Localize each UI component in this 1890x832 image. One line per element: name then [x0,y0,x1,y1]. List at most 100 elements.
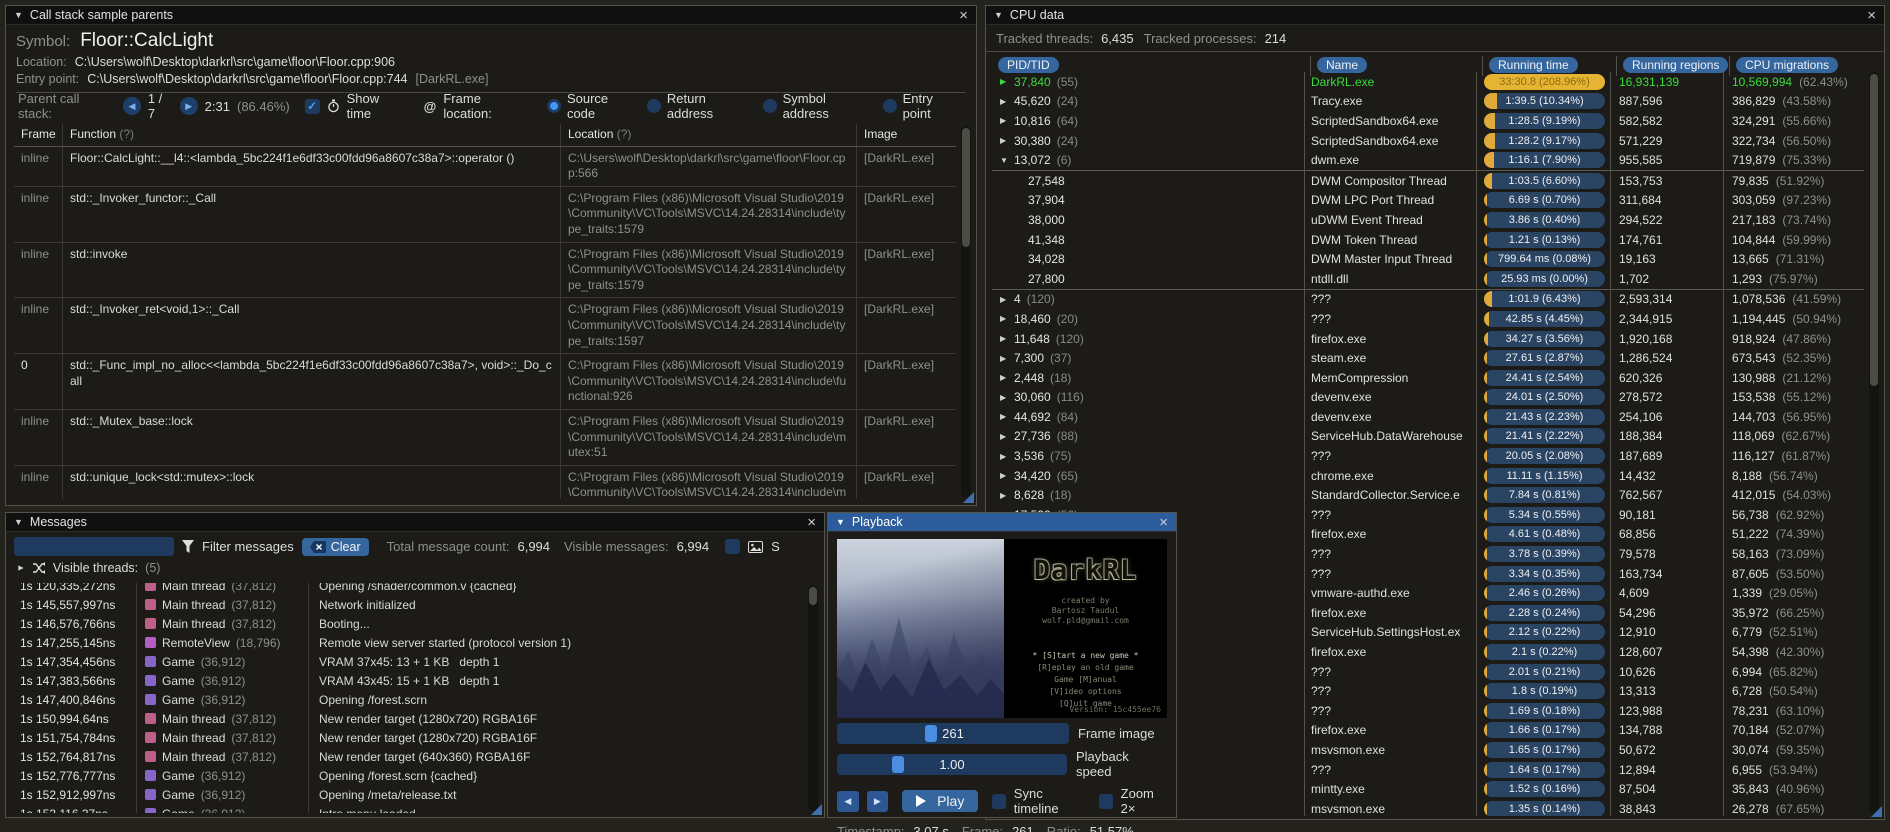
message-row[interactable]: 1s 152,776,777ns Game (36,912) Opening /… [14,766,802,785]
expand-icon[interactable]: ▶ [1000,334,1014,343]
cpu-table-row[interactable]: ▼ 13,072 (6) dwm.exe 1:16.1 (7.90%) 955,… [992,150,1864,171]
message-row[interactable]: 1s 145,557,997ns Main thread (37,812) Ne… [14,595,802,614]
frame-location-radio[interactable]: Source code [547,91,639,121]
message-row[interactable]: 1s 147,383,566ns Game (36,912) VRAM 43x4… [14,671,802,690]
function-cell[interactable]: std::unique_lock<std::mutex>::lock [62,465,560,499]
cpu-table-row[interactable]: ▶ 34,420 (65) chrome.exe 11.11 s (1.15%)… [992,465,1864,486]
callstack-table-row[interactable]: inline std::_Invoker_functor::_Call C:\P… [14,186,956,243]
expand-icon[interactable]: ▶ [1000,97,1014,106]
expand-icon[interactable]: ▶ [1000,432,1014,441]
resize-grip[interactable] [1871,806,1882,817]
function-cell[interactable]: Floor::CalcLight::__l4::<lambda_5bc224f1… [62,146,560,186]
frame-location-radio[interactable]: Symbol address [762,91,875,121]
close-icon[interactable]: × [1867,8,1876,23]
cpu-table-row[interactable]: 27,800 ntdll.dll 25.93 ms (0.00%) 1,702 … [992,268,1864,290]
expand-icon[interactable]: ▶ [1000,491,1014,500]
cpu-table-row[interactable]: ▶ 30,060 (116) devenv.exe 24.01 s (2.50%… [992,387,1864,408]
radio-label[interactable]: Symbol address [783,91,875,121]
message-row[interactable]: 1s 152,764,817ns Main thread (37,812) Ne… [14,747,802,766]
column-running-regions[interactable]: Running regions [1623,57,1729,73]
message-row[interactable]: 1s 153,116,37ns Game (36,912) Intro menu… [14,804,802,813]
cpu-table-row[interactable]: ▶ 3,536 (75) ??? 20.05 s (2.08%) 187,689… [992,446,1864,466]
callstack-table-row[interactable]: inline std::_Invoker_ret<void,1>::_Call … [14,298,956,355]
collapse-icon[interactable]: ▼ [836,517,845,527]
expand-icon[interactable]: ▶ [1000,314,1014,323]
cpu-table-row[interactable]: 27,548 DWM Compositor Thread 1:03.5 (6.6… [992,170,1864,191]
cpu-table-row[interactable]: ▶ 7,300 (37) steam.exe 27.61 s (2.87%) 1… [992,348,1864,368]
play-button[interactable]: Play [902,790,979,812]
column-cpu-migrations[interactable]: CPU migrations [1736,57,1839,73]
message-row[interactable]: 1s 152,912,997ns Game (36,912) Opening /… [14,785,802,804]
slider-grab[interactable] [925,725,938,742]
expand-icon[interactable]: ▶ [1000,393,1014,402]
expand-icon[interactable]: ▶ [1000,354,1014,363]
prev-callstack-button[interactable]: ◀ [123,97,141,115]
zoom-2x-label[interactable]: Zoom 2× [1121,786,1167,816]
collapse-icon[interactable]: ▼ [994,10,1003,20]
collapse-icon[interactable]: ▼ [14,10,23,20]
sync-timeline-checkbox[interactable] [992,793,1006,809]
message-row[interactable]: 1s 147,400,846ns Game (36,912) Opening /… [14,690,802,709]
callstack-table-row[interactable]: inline std::unique_lock<std::mutex>::loc… [14,465,956,499]
column-pid-tid[interactable]: PID/TID [998,57,1059,73]
expand-icon[interactable]: ▶ [1000,136,1014,145]
message-row[interactable]: 1s 151,754,784ns Main thread (37,812) Ne… [14,728,802,747]
function-cell[interactable]: std::_Mutex_base::lock [62,409,560,465]
cpu-table-row[interactable]: ▶ 37,840 (55) DarkRL.exe 33:30.8 (208.96… [992,72,1864,92]
cpu-table-row[interactable]: ▶ 45,620 (24) Tracy.exe 1:39.5 (10.34%) … [992,91,1864,112]
cpu-table-row[interactable]: 38,000 uDWM Event Thread 3.86 s (0.40%) … [992,210,1864,230]
cpu-table-row[interactable]: ▶ 2,448 (18) MemCompression 24.41 s (2.5… [992,367,1864,388]
close-icon[interactable]: × [959,8,968,23]
radio-icon[interactable] [547,99,561,113]
message-row[interactable]: 1s 147,354,456ns Game (36,912) VRAM 37x4… [14,652,802,671]
close-icon[interactable]: × [1159,515,1168,530]
frame-image-slider[interactable]: 261 [837,723,1069,744]
step-back-button[interactable]: ◀ [837,790,859,812]
frame-location-radio[interactable]: Entry point [882,91,964,121]
function-cell[interactable]: std::invoke [62,242,560,298]
callstack-table-row[interactable]: inline std::invoke C:\Program Files (x86… [14,242,956,299]
expand-icon[interactable]: ▶ [1000,77,1014,86]
callstack-table-row[interactable]: inline Floor::CalcLight::__l4::<lambda_5… [14,146,956,187]
expand-icon[interactable]: ▼ [1000,156,1014,165]
message-row[interactable]: 1s 147,255,145ns RemoteView (18,796) Rem… [14,633,802,652]
playback-speed-slider[interactable]: 1.00 [837,753,1067,775]
callstack-table-row[interactable]: 0 std::_Func_impl_no_alloc<<lambda_5bc22… [14,354,956,410]
visible-threads-label[interactable]: Visible threads: [53,561,138,575]
resize-grip[interactable] [811,804,822,815]
cpu-table-row[interactable]: ▶ 10,816 (64) ScriptedSandbox64.exe 1:28… [992,111,1864,131]
cpu-table-row[interactable]: ▶ 11,648 (120) firefox.exe 34.27 s (3.56… [992,328,1864,349]
frame-location-radio[interactable]: Return address [647,91,755,121]
message-row[interactable]: 1s 120,335,272ns Main thread (37,812) Op… [14,583,802,595]
column-running-time[interactable]: Running time [1489,57,1578,73]
show-images-checkbox[interactable] [725,539,741,554]
expand-icon[interactable]: ▶ [1000,452,1014,461]
radio-label[interactable]: Return address [667,91,755,121]
function-cell[interactable]: std::_Func_impl_no_alloc<<lambda_5bc224f… [62,354,560,409]
function-cell[interactable]: std::_Invoker_ret<void,1>::_Call [62,298,560,354]
show-time-checkbox[interactable]: ✓ [304,98,320,114]
function-cell[interactable]: std::_Invoker_functor::_Call [62,186,560,242]
next-callstack-button[interactable]: ▶ [179,97,198,115]
clear-button[interactable]: Clear [301,537,369,556]
callstack-table-row[interactable]: inline std::_Mutex_base::lock C:\Program… [14,409,956,466]
cpu-table-row[interactable]: ▶ 4 (120) ??? 1:01.9 (6.43%) 2,593,314 1… [992,289,1864,310]
show-time-label[interactable]: Show time [347,91,407,121]
message-filter-input[interactable] [14,537,174,556]
sync-timeline-label[interactable]: Sync timeline [1014,786,1083,816]
radio-label[interactable]: Entry point [903,91,964,121]
expand-icon[interactable]: ▶ [1000,373,1014,382]
cpu-table-row[interactable]: ▶ 8,628 (18) StandardCollector.Service.e… [992,485,1864,506]
column-name[interactable]: Name [1317,57,1368,73]
close-icon[interactable]: × [807,515,816,530]
callstack-scrollbar[interactable] [961,126,971,497]
expand-icon[interactable]: ▶ [1000,471,1014,480]
message-row[interactable]: 1s 146,576,766ns Main thread (37,812) Bo… [14,614,802,633]
expand-threads-icon[interactable]: ▼ [15,564,25,573]
cpu-table-row[interactable]: ▶ 44,692 (84) devenv.exe 21.43 s (2.23%)… [992,407,1864,427]
radio-icon[interactable] [882,99,897,113]
cpu-table-row[interactable]: 41,348 DWM Token Thread 1.21 s (0.13%) 1… [992,229,1864,250]
radio-icon[interactable] [762,99,777,113]
step-forward-button[interactable]: ▶ [866,790,889,812]
resize-grip[interactable] [963,492,974,503]
